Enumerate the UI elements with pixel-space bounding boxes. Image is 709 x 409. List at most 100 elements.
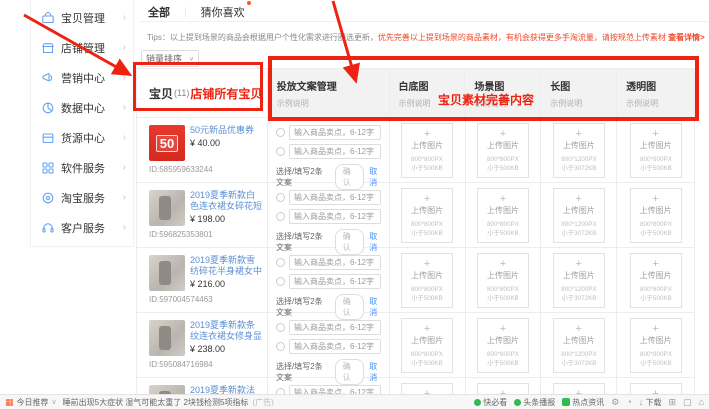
news-icon xyxy=(562,398,570,406)
sort-select[interactable]: 销量排序 ∨ xyxy=(141,50,199,67)
product-image[interactable] xyxy=(149,385,185,394)
product-title-link[interactable]: 2019夏季新款白色连衣裙女碎花短袖T恤中长款 xyxy=(190,190,263,212)
sellpoint-checkbox[interactable] xyxy=(276,193,285,202)
tab-all[interactable]: 全部 xyxy=(148,4,170,20)
upload-limit-spec: 小于500KB xyxy=(633,228,678,237)
sellpoint-input-2[interactable] xyxy=(289,209,381,224)
upload-cell: + 上传图片 800*1200PX 小于3072KB xyxy=(541,183,617,247)
upload-limit-spec: 小于500KB xyxy=(480,163,525,172)
copywriting-cell: 选择/填写2条文案 确认 取消 xyxy=(268,378,390,394)
upload-limit-spec: 小于500KB xyxy=(633,358,678,367)
upload-image-button[interactable]: + 上传图片 800*800PX 小于500KB xyxy=(630,123,682,178)
grid-icon xyxy=(41,161,55,175)
hot-news[interactable]: 热点资讯 xyxy=(562,397,604,408)
home-icon[interactable]: ⌂ xyxy=(699,397,704,407)
product-title-link[interactable]: 2019夏季新款法式波点连衣裙女中长款高腰显瘦 xyxy=(190,385,263,394)
headline-broadcast[interactable]: 头条播报 xyxy=(514,397,555,408)
sidebar-item-data-chart[interactable]: 数据中心 › xyxy=(31,93,133,123)
upload-image-button[interactable]: + 上传图片 800*800PX 小于500KB xyxy=(630,318,682,373)
upload-cell: + 上传图片 800*800PX 小于500KB xyxy=(617,313,694,377)
sidebar-item-treasure-box[interactable]: 宝贝管理 › xyxy=(31,3,133,33)
today-recommend[interactable]: 今日推荐 xyxy=(17,397,49,408)
ad-text[interactable]: 睡前出现5大症状 湿气可能太重了 2块钱检测5项指标 xyxy=(63,397,249,408)
upload-image-button[interactable]: + 上传图片 800*800PX 小于500KB xyxy=(477,123,529,178)
download-button[interactable]: ↓ 下载 xyxy=(639,397,662,408)
upload-label: 上传图片 xyxy=(478,205,528,216)
settings-icon[interactable]: ⚙ xyxy=(611,397,619,408)
product-image[interactable] xyxy=(149,190,185,226)
upload-cell: + 上传图片 800*800PX 小于500KB xyxy=(617,118,694,182)
quick-watch[interactable]: 快必看 xyxy=(474,397,507,408)
upload-image-button[interactable]: + 上传图片 800*800PX 小于500KB xyxy=(401,188,453,243)
recommend-logo-icon[interactable]: ▦ xyxy=(5,397,14,408)
sellpoint-checkbox[interactable] xyxy=(276,277,285,286)
sellpoint-checkbox[interactable] xyxy=(276,147,285,156)
column-example-link[interactable]: 示例说明 xyxy=(626,98,694,109)
upload-image-button[interactable]: + 上传图片 800*800PX 小于500KB xyxy=(630,188,682,243)
plus-icon: + xyxy=(478,259,528,269)
sellpoint-input-1[interactable] xyxy=(289,320,381,335)
upload-image-button[interactable]: + 上传图片 800*800PX 小于500KB xyxy=(401,318,453,373)
upload-image-button[interactable]: + 上传图片 800*1200PX 小于3072KB xyxy=(553,253,605,308)
product-image[interactable] xyxy=(149,320,185,356)
sellpoint-checkbox[interactable] xyxy=(276,258,285,267)
sellpoint-input-1[interactable] xyxy=(289,125,381,140)
sellpoint-input-2[interactable] xyxy=(289,144,381,159)
sellpoint-checkbox[interactable] xyxy=(276,128,285,137)
download-icon: ↓ xyxy=(639,397,644,407)
upload-image-button[interactable]: + 上传图片 800*1200PX 小于3072KB xyxy=(553,123,605,178)
sellpoint-input-2[interactable] xyxy=(289,274,381,289)
upload-image-button[interactable]: + 上传图片 800*800PX 小于500KB xyxy=(477,253,529,308)
plus-icon: + xyxy=(402,194,452,204)
chevron-down-icon[interactable]: ∨ xyxy=(52,398,57,406)
sidebar-item-headset[interactable]: 客户服务 › xyxy=(31,213,133,243)
column-example-link[interactable]: 示例说明 xyxy=(550,98,616,109)
status-bar-tools: 快必看 头条播报 热点资讯 ⚙ ◔ ↓ 下载 ⊞ ▢ ⌂ xyxy=(474,397,704,408)
upload-image-button[interactable]: + 上传图片 800*1200PX 小于3072KB xyxy=(553,188,605,243)
upload-size-spec: 800*1200PX xyxy=(556,221,601,227)
data-chart-icon xyxy=(41,101,55,115)
upload-image-button[interactable]: + 上传图片 800*800PX 小于500KB xyxy=(401,253,453,308)
column-example-link[interactable]: 示例说明 xyxy=(474,98,540,109)
product-cell: 2019夏季新款白色连衣裙女碎花短袖T恤中长款 ¥ 198.00 ID:5968… xyxy=(137,183,268,247)
sidebar-item-shop[interactable]: 店铺管理 › xyxy=(31,33,133,63)
sellpoint-checkbox[interactable] xyxy=(276,323,285,332)
sellpoint-input-1[interactable] xyxy=(289,385,381,394)
view-details-link[interactable]: 查看详情> xyxy=(668,33,705,42)
product-image[interactable]: 50 xyxy=(149,125,185,161)
upload-size-spec: 800*800PX xyxy=(633,286,678,292)
sidebar-item-taobao[interactable]: 淘宝服务 › xyxy=(31,183,133,213)
column-example-link[interactable]: 示例说明 xyxy=(399,98,465,109)
column-example-link[interactable]: 示例说明 xyxy=(277,98,389,109)
upload-image-button[interactable]: + 上传图片 800*800PX 小于500KB xyxy=(630,383,682,395)
upload-image-button[interactable]: + 上传图片 800*800PX 小于500KB xyxy=(477,383,529,395)
product-image[interactable] xyxy=(149,255,185,291)
window-icon[interactable]: ▢ xyxy=(683,397,692,408)
product-title-link[interactable]: 2019夏季新款雪纺碎花半身裙女中长款网红显白 xyxy=(190,255,263,277)
product-title-link[interactable]: 50元新品优惠券 xyxy=(190,125,263,136)
upload-image-button[interactable]: + 上传图片 800*800PX 小于500KB xyxy=(630,253,682,308)
upload-image-button[interactable]: + 上传图片 800*1200PX 小于3072KB xyxy=(553,318,605,373)
upload-image-button[interactable]: + 上传图片 800*800PX 小于500KB xyxy=(477,188,529,243)
upload-image-button[interactable]: + 上传图片 800*800PX 小于500KB xyxy=(401,123,453,178)
sidebar-item-grid[interactable]: 软件服务 › xyxy=(31,153,133,183)
header-copywriting: 投放文案管理 示例说明 xyxy=(268,69,390,117)
sellpoint-input-1[interactable] xyxy=(289,190,381,205)
history-icon[interactable]: ◔ xyxy=(626,397,631,407)
product-title-link[interactable]: 2019夏季新款条纹连衣裙女修身显瘦小众网红 xyxy=(190,320,263,342)
sellpoint-input-2[interactable] xyxy=(289,339,381,354)
upload-cell: + 上传图片 800*800PX 小于500KB xyxy=(617,183,694,247)
tab-guess-you-like[interactable]: 猜你喜欢 xyxy=(201,4,245,20)
sellpoint-input-1[interactable] xyxy=(289,255,381,270)
window-grid-icon[interactable]: ⊞ xyxy=(669,397,677,408)
upload-cell: + 上传图片 800*1200PX 小于3072KB xyxy=(541,118,617,182)
upload-label: 上传图片 xyxy=(478,270,528,281)
sidebar-item-store[interactable]: 货源中心 › xyxy=(31,123,133,153)
sidebar-item-megaphone[interactable]: 营销中心 › xyxy=(31,63,133,93)
treasure-box-icon xyxy=(41,11,55,25)
sellpoint-checkbox[interactable] xyxy=(276,212,285,221)
upload-image-button[interactable]: + 上传图片 800*1200PX 小于3072KB xyxy=(553,383,605,395)
sellpoint-checkbox[interactable] xyxy=(276,342,285,351)
upload-image-button[interactable]: + 上传图片 800*800PX 小于500KB xyxy=(477,318,529,373)
upload-image-button[interactable]: + 上传图片 800*800PX 小于500KB xyxy=(401,383,453,395)
